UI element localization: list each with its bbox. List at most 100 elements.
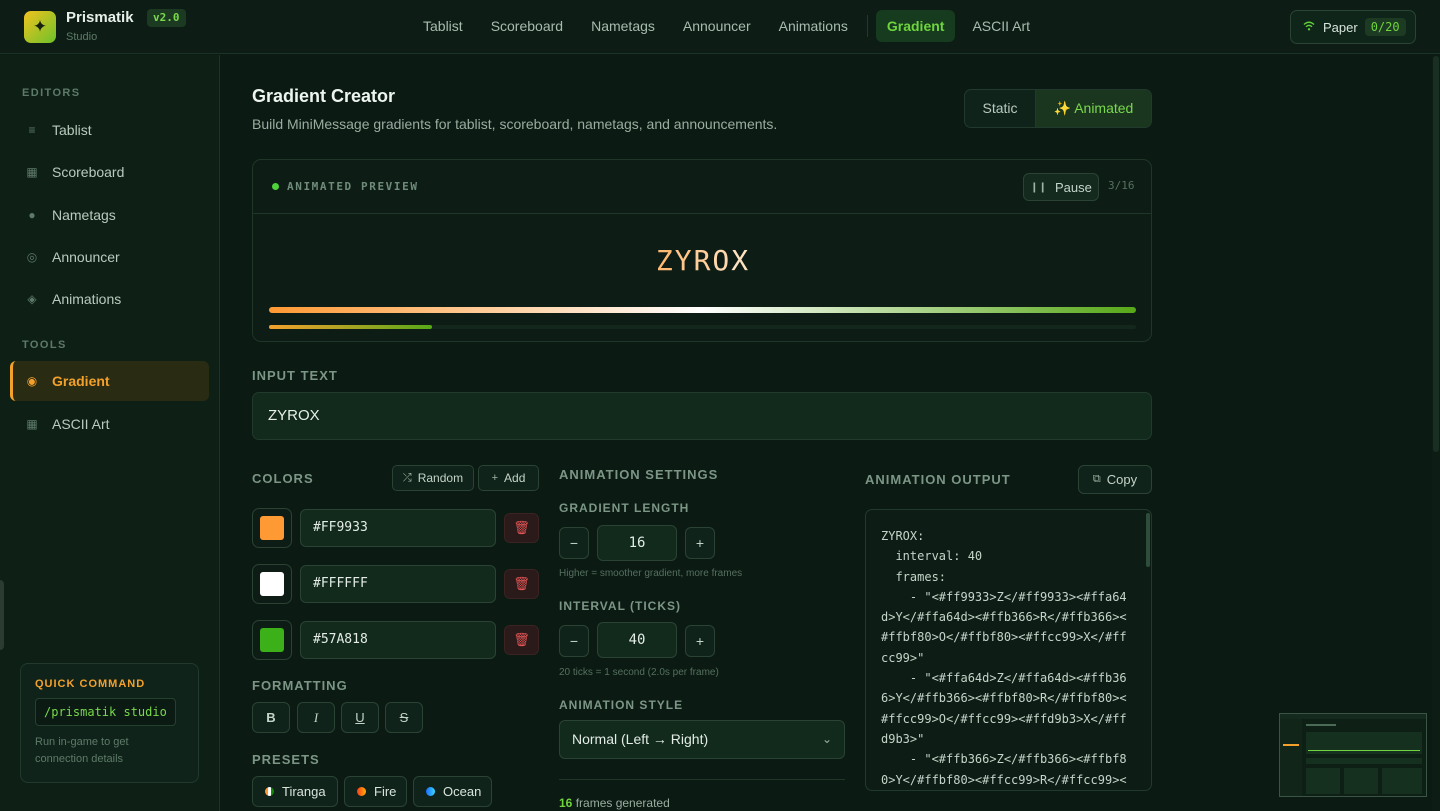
animation-style-select[interactable]: Normal (Left → Right) ⌄ — [559, 720, 845, 759]
plus-icon: + — [491, 472, 499, 484]
input-text-field[interactable]: ZYROX — [252, 392, 1152, 440]
nav-announcer[interactable]: Announcer — [672, 10, 762, 42]
gradient-length-hint: Higher = smoother gradient, more frames — [559, 568, 743, 579]
animation-style-label: ANIMATION STYLE — [559, 698, 684, 712]
pause-button[interactable]: ❙❙ Pause — [1023, 173, 1099, 201]
output-code-text: ZYROX: interval: 40 frames: - "<#ff9933>… — [881, 529, 1127, 787]
preset-ocean-button[interactable]: Ocean — [413, 776, 492, 807]
frames-generated-note: 16 frames generated — [559, 796, 670, 810]
add-color-button[interactable]: + Add — [478, 465, 539, 491]
preview-letter: O — [712, 244, 732, 277]
color-hex-input-1[interactable]: #FF9933 — [300, 509, 496, 547]
tag-icon: ● — [28, 208, 36, 222]
player-count: 0/20 — [1364, 18, 1406, 36]
strikethrough-button[interactable]: S — [385, 702, 423, 733]
bold-button[interactable]: B — [252, 702, 290, 733]
sidebar-item-ascii-art[interactable]: ▦ ASCII Art — [10, 404, 209, 444]
quick-command-code[interactable]: /prismatik studio — [35, 698, 176, 726]
fire-swatch-icon — [357, 787, 366, 796]
brand-subtitle: Studio — [66, 31, 98, 43]
colors-label: COLORS — [252, 471, 314, 486]
logo-sparkle-icon[interactable]: ✦ — [24, 11, 56, 43]
sidebar-item-announcer[interactable]: ◎ Announcer — [10, 237, 209, 277]
copy-button[interactable]: ⧉ Copy — [1078, 465, 1152, 494]
nav-gradient[interactable]: Gradient — [875, 10, 956, 42]
grid-icon: ▦ — [26, 417, 38, 431]
sidebar-item-label: Gradient — [52, 373, 110, 389]
preset-label: Tiranga — [282, 784, 326, 799]
sidebar-item-tablist[interactable]: ≡ Tablist — [10, 110, 209, 150]
underline-button[interactable]: U — [341, 702, 379, 733]
copy-icon: ⧉ — [1092, 473, 1101, 485]
gradient-length-increment-button[interactable]: + — [685, 527, 715, 559]
animation-progress-track — [269, 325, 1136, 329]
color-swatch-2[interactable] — [252, 564, 292, 604]
edge-handle[interactable] — [0, 580, 4, 650]
input-text-label: INPUT TEXT — [252, 368, 338, 383]
color-swatch-1[interactable] — [252, 508, 292, 548]
color-swatch-3[interactable] — [252, 620, 292, 660]
delete-color-3-button[interactable]: 🗑 — [504, 625, 539, 655]
italic-button[interactable]: I — [297, 702, 335, 733]
page-subtitle: Build MiniMessage gradients for tablist,… — [252, 116, 778, 132]
mode-toggle: Static ✨ Animated — [964, 89, 1152, 128]
delete-color-2-button[interactable]: 🗑 — [504, 569, 539, 599]
frames-count: 16 — [559, 796, 573, 810]
delete-color-1-button[interactable]: 🗑 — [504, 513, 539, 543]
preset-fire-button[interactable]: Fire — [344, 776, 407, 807]
swatch-fill — [260, 628, 284, 652]
gradient-length-input[interactable]: 16 — [597, 525, 677, 561]
mode-static-button[interactable]: Static — [965, 90, 1035, 127]
sidebar-item-label: Animations — [52, 291, 122, 307]
frame-counter: 3/16 — [1108, 179, 1135, 192]
color-hex-input-3[interactable]: #57A818 — [300, 621, 496, 659]
minimap-block — [1344, 768, 1378, 794]
palette-icon: ◉ — [26, 374, 38, 388]
preset-tiranga-button[interactable]: Tiranga — [252, 776, 338, 807]
minimap-accent — [1283, 744, 1299, 746]
nav-scoreboard[interactable]: Scoreboard — [480, 10, 574, 42]
diamond-icon: ◈ — [27, 292, 37, 306]
swatch-fill — [260, 572, 284, 596]
tiranga-swatch-icon — [265, 787, 274, 796]
animation-style-value: Normal (Left → Right) — [572, 731, 709, 747]
trash-icon: 🗑 — [513, 520, 530, 535]
sidebar-item-scoreboard[interactable]: ▦ Scoreboard — [10, 152, 209, 192]
interval-increment-button[interactable]: + — [685, 625, 715, 657]
nav-ascii-art[interactable]: ASCII Art — [961, 10, 1041, 42]
preview-header: ANIMATED PREVIEW ❙❙ Pause 3/16 — [253, 160, 1151, 214]
page-scrollbar-thumb[interactable] — [1433, 56, 1439, 452]
mode-animated-button[interactable]: ✨ Animated — [1035, 90, 1151, 127]
code-scrollbar[interactable] — [1146, 513, 1150, 567]
nav-tablist[interactable]: Tablist — [412, 10, 474, 42]
shuffle-icon: ⤮ — [402, 471, 412, 484]
copy-label: Copy — [1106, 472, 1138, 487]
sidebar-item-label: Tablist — [52, 122, 92, 138]
page-scrollbar[interactable] — [1432, 56, 1440, 811]
animation-output-code[interactable]: ZYROX: interval: 40 frames: - "<#ff9933>… — [865, 509, 1152, 791]
brand-name: Prismatik — [66, 9, 134, 26]
server-status[interactable]: Paper 0/20 — [1290, 10, 1416, 44]
quick-command-card: QUICK COMMAND /prismatik studio Run in-g… — [20, 663, 199, 783]
random-colors-button[interactable]: ⤮ Random — [392, 465, 474, 491]
megaphone-icon: ◎ — [26, 250, 38, 264]
sidebar-item-animations[interactable]: ◈ Animations — [10, 279, 209, 319]
preview-letter: Z — [655, 244, 675, 277]
color-hex-input-2[interactable]: #FFFFFF — [300, 565, 496, 603]
add-label: Add — [504, 471, 526, 485]
nav-nametags[interactable]: Nametags — [580, 10, 666, 42]
trash-icon: 🗑 — [513, 576, 530, 591]
quick-command-note: Run in-game to get connection details — [35, 736, 129, 765]
interval-decrement-button[interactable]: − — [559, 625, 589, 657]
presets-label: PRESETS — [252, 752, 320, 767]
frames-text: frames generated — [575, 796, 670, 810]
nav-animations[interactable]: Animations — [768, 10, 859, 42]
main-nav: Tablist Scoreboard Nametags Announcer An… — [412, 10, 1047, 42]
sidebar-item-gradient[interactable]: ◉ Gradient — [10, 361, 209, 401]
minimap-block — [1306, 768, 1340, 794]
minimap-thumbnail[interactable] — [1279, 713, 1427, 797]
gradient-bar — [269, 307, 1136, 313]
sidebar-item-nametags[interactable]: ● Nametags — [10, 195, 209, 235]
interval-input[interactable]: 40 — [597, 622, 677, 658]
gradient-length-decrement-button[interactable]: − — [559, 527, 589, 559]
